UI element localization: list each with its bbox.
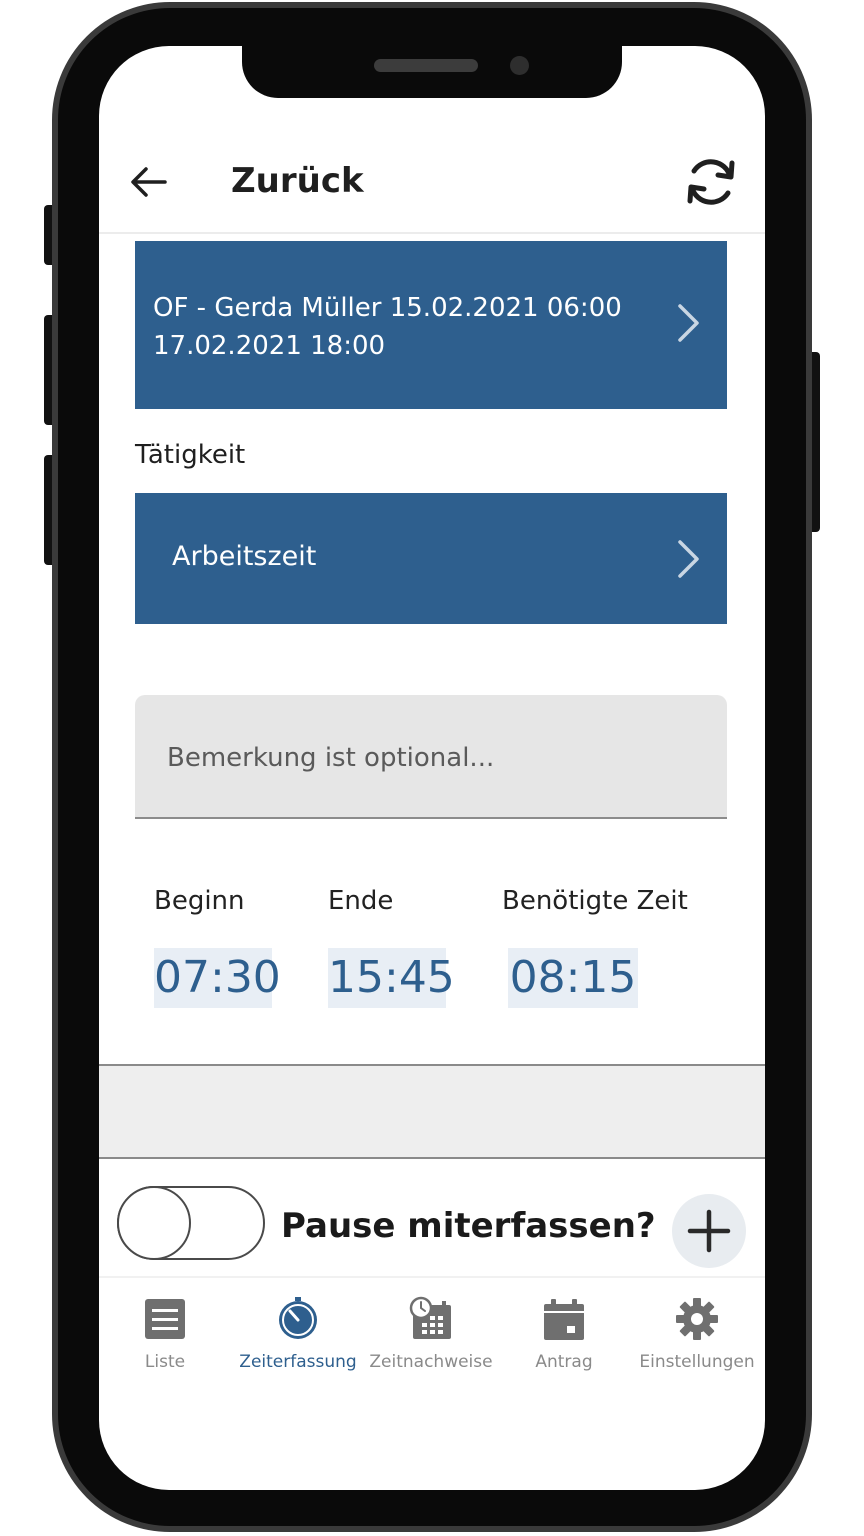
arrow-left-icon[interactable]	[129, 163, 169, 201]
nav-item-zeitnachweise[interactable]: Zeitnachweise	[365, 1296, 497, 1386]
pause-label: Pause miterfassen?	[281, 1206, 656, 1246]
nav-item-liste[interactable]: Liste	[99, 1296, 231, 1386]
remark-input[interactable]	[165, 735, 689, 781]
pause-toggle[interactable]	[117, 1186, 265, 1260]
nav-label-antrag: Antrag	[535, 1352, 593, 1372]
chevron-right-icon	[678, 540, 699, 578]
front-camera	[510, 56, 529, 75]
duration-label: Benötigte Zeit	[502, 886, 688, 916]
nav-item-einstellungen[interactable]: Einstellungen	[631, 1296, 763, 1386]
nav-label-zeiterfassung: Zeiterfassung	[239, 1352, 357, 1372]
app-screen: Zurück OF - Gerda Müller 15.02.2021 06:0…	[99, 46, 765, 1490]
header-title[interactable]: Zurück	[231, 161, 364, 201]
nav-item-zeiterfassung[interactable]: Zeiterfassung	[232, 1296, 364, 1386]
remark-field	[135, 695, 727, 819]
refresh-icon[interactable]	[683, 154, 739, 210]
pause-toggle-knob	[117, 1186, 191, 1260]
nav-item-antrag[interactable]: Antrag	[498, 1296, 630, 1386]
calendar-clock-icon	[409, 1296, 451, 1339]
end-label: Ende	[328, 886, 394, 916]
list-icon	[145, 1299, 185, 1339]
order-card-text: OF - Gerda Müller 15.02.2021 06:00 17.02…	[153, 289, 653, 365]
order-card-line2: 17.02.2021 18:00	[153, 331, 386, 361]
grey-separator-band	[99, 1064, 765, 1159]
begin-label: Beginn	[154, 886, 245, 916]
duration-value: 08:15	[508, 948, 638, 1008]
activity-label: Tätigkeit	[135, 440, 246, 470]
stopwatch-icon	[279, 1297, 317, 1339]
activity-select-card[interactable]: Arbeitszeit	[135, 493, 727, 624]
end-time-value[interactable]: 15:45	[328, 948, 455, 1008]
app-header: Zurück	[99, 136, 765, 234]
bottom-navigation: Liste Zeiterfassung Zeitnachweise Antrag…	[99, 1276, 765, 1388]
order-select-card[interactable]: OF - Gerda Müller 15.02.2021 06:00 17.02…	[135, 241, 727, 409]
nav-label-liste: Liste	[144, 1352, 186, 1372]
plus-icon	[687, 1209, 731, 1253]
order-card-line1: OF - Gerda Müller 15.02.2021 06:00	[153, 293, 622, 323]
gear-icon	[676, 1298, 718, 1340]
speaker-grille	[374, 59, 478, 72]
nav-label-einstellungen: Einstellungen	[639, 1352, 755, 1372]
phone-notch	[242, 46, 622, 98]
nav-label-zeitnachweise: Zeitnachweise	[369, 1352, 493, 1372]
activity-value: Arbeitszeit	[172, 541, 317, 572]
calendar-icon	[544, 1299, 584, 1340]
chevron-right-icon	[678, 304, 699, 342]
add-pause-button[interactable]	[672, 1194, 746, 1268]
begin-time-value[interactable]: 07:30	[154, 948, 281, 1008]
